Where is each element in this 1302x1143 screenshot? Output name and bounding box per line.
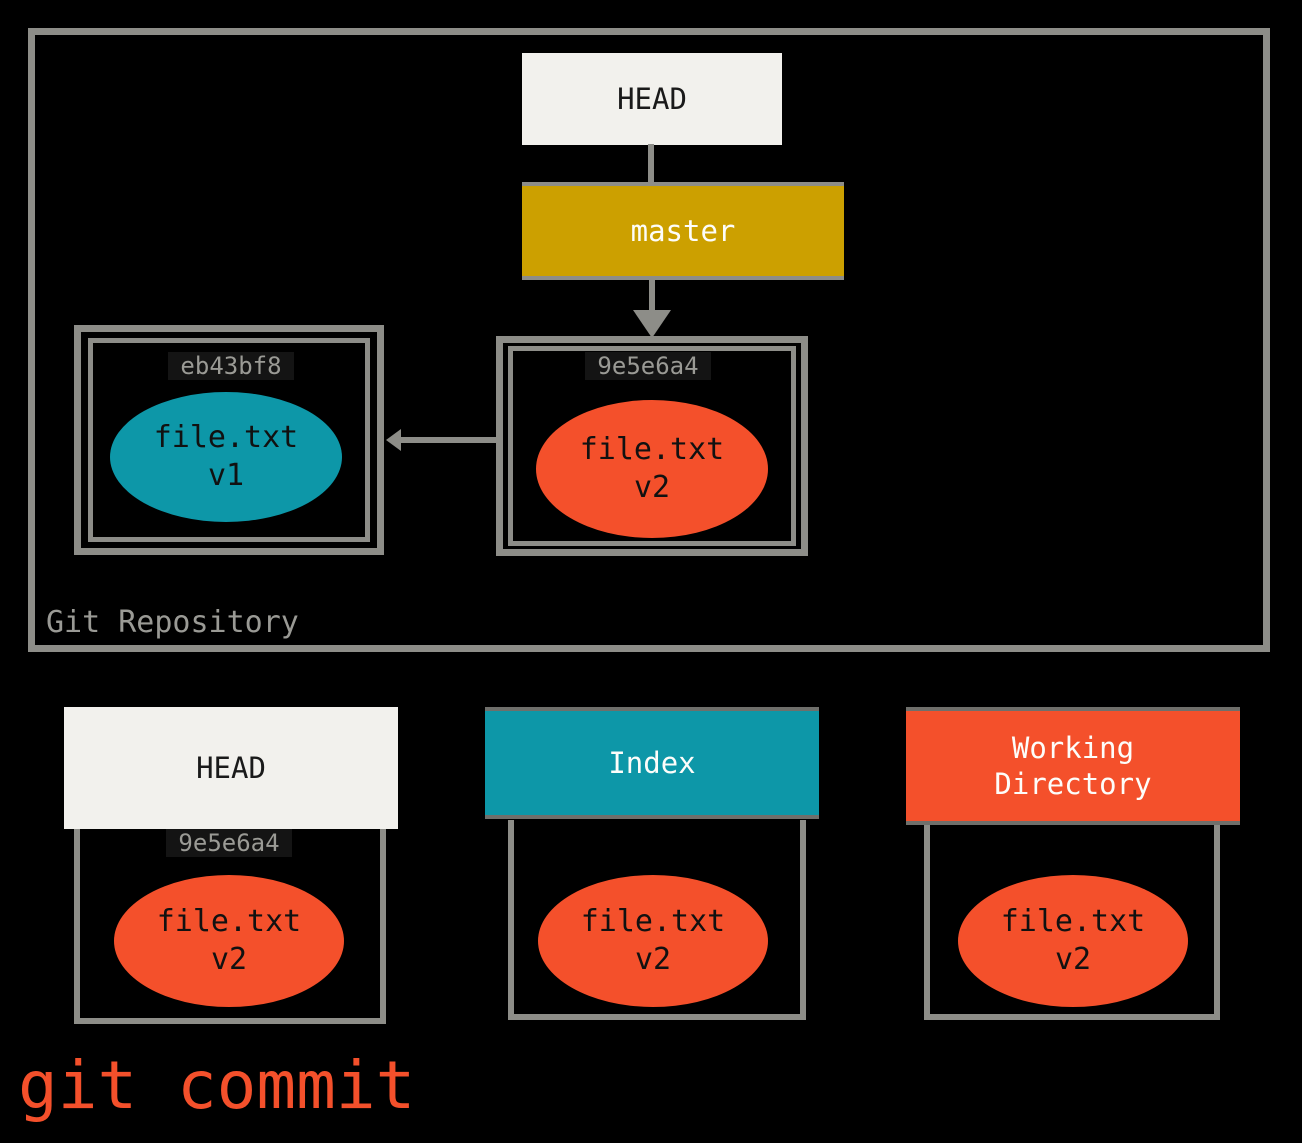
working-directory-area-blob-filename: file.txt [1000, 904, 1146, 939]
head-area-blob-filename: file.txt [156, 904, 302, 939]
head-area-title: HEAD [196, 751, 266, 785]
commit-blob-second: file.txt v2 [536, 400, 768, 538]
working-directory-area-header[interactable]: Working Directory [906, 707, 1240, 825]
commit-hash-second: 9e5e6a4 [585, 352, 711, 380]
working-directory-area-blob: file.txt v2 [958, 875, 1188, 1007]
working-directory-area-blob-version: v2 [1054, 942, 1092, 977]
head-area-blob-version: v2 [210, 942, 248, 977]
index-area-blob: file.txt v2 [538, 875, 768, 1007]
index-area-header[interactable]: Index [485, 707, 819, 819]
commit-blob-first: file.txt v1 [110, 392, 342, 522]
head-area-hash: 9e5e6a4 [166, 829, 292, 857]
git-repository-label: Git Repository [46, 605, 299, 640]
arrow-down-icon [633, 310, 671, 338]
master-to-commit-connector [649, 279, 655, 314]
index-area-blob-filename: file.txt [580, 904, 726, 939]
repo-master-ref-label: master [630, 214, 736, 248]
commit-parent-connector [398, 437, 502, 443]
index-area-title: Index [608, 746, 696, 780]
command-caption: git commit [18, 1047, 416, 1124]
repo-master-ref-box[interactable]: master [522, 182, 844, 280]
repo-head-ref-label: HEAD [617, 82, 687, 116]
working-directory-area-title-line1: Working [1011, 731, 1135, 765]
commit-hash-first: eb43bf8 [168, 352, 294, 380]
git-commit-diagram: Git Repository HEAD master eb43bf8 file.… [0, 0, 1302, 1143]
repo-head-ref-box[interactable]: HEAD [522, 53, 782, 145]
commit-blob-first-filename: file.txt [153, 420, 299, 455]
commit-blob-first-version: v1 [207, 458, 245, 493]
commit-blob-second-version: v2 [633, 470, 671, 505]
head-to-master-connector [648, 144, 654, 186]
head-area-header[interactable]: HEAD [64, 707, 398, 829]
head-area-blob: file.txt v2 [114, 875, 344, 1007]
working-directory-area-title-line2: Directory [994, 767, 1152, 801]
commit-blob-second-filename: file.txt [579, 432, 725, 467]
arrow-left-icon [386, 429, 401, 451]
index-area-blob-version: v2 [634, 942, 672, 977]
